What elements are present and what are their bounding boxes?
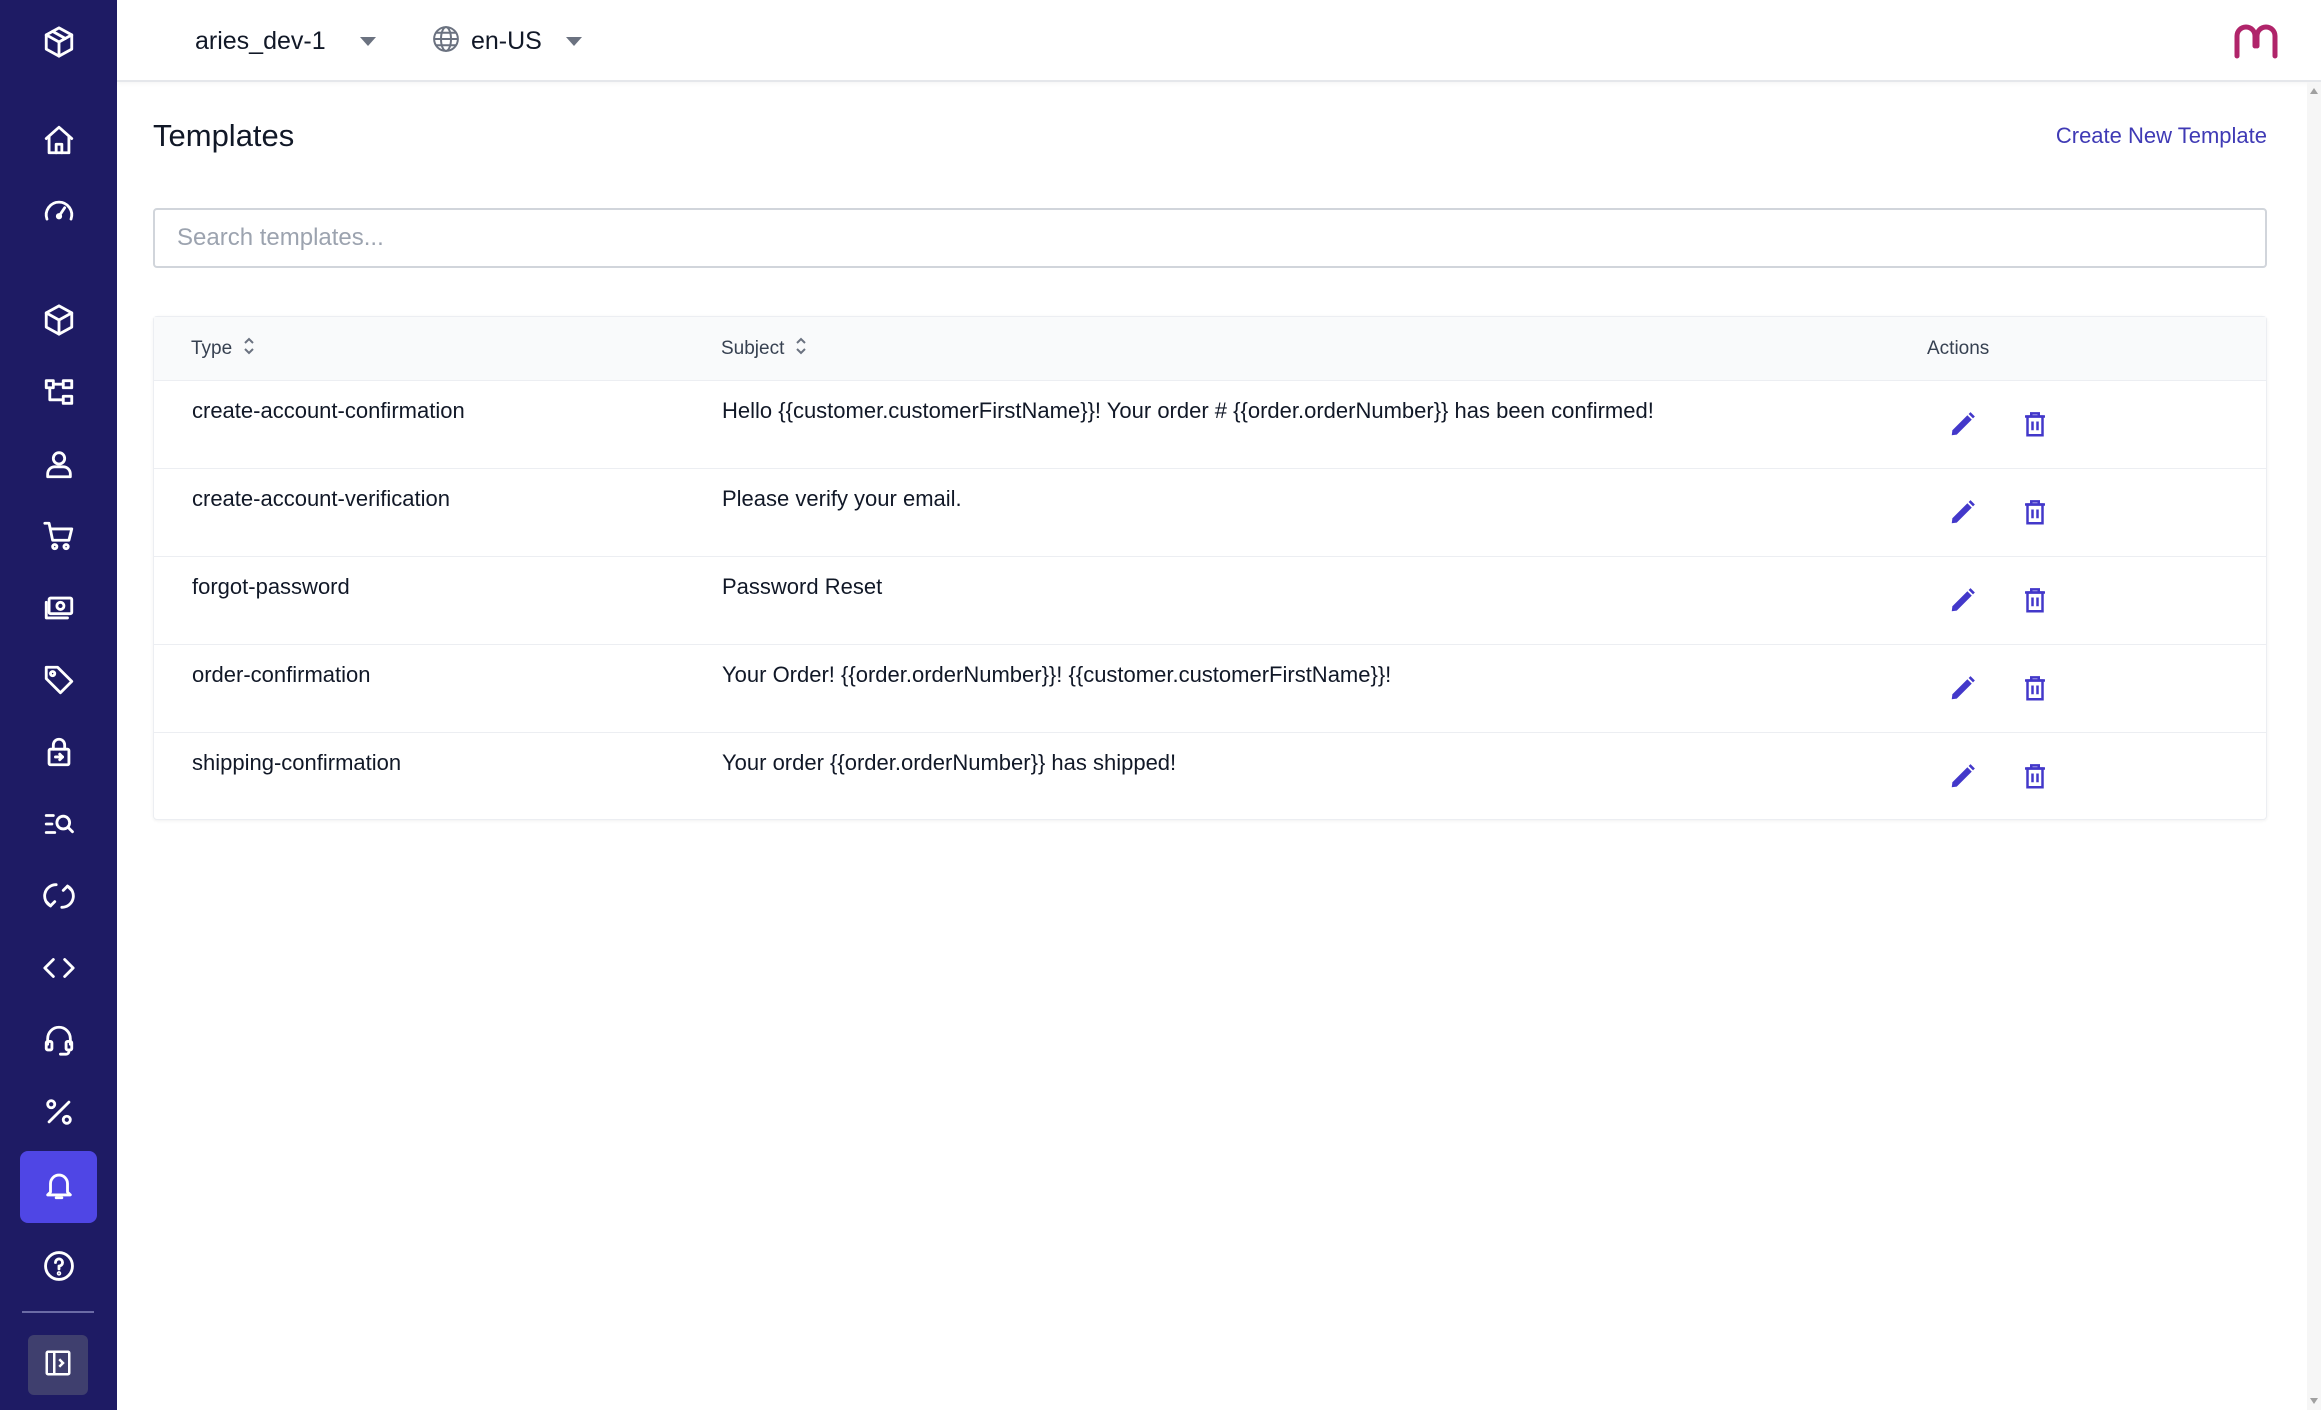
search-input[interactable] [153,208,2267,268]
hierarchy-icon [42,375,76,414]
sidebar-divider [22,1311,94,1313]
sidebar-item-payments[interactable] [20,580,97,640]
column-header-actions: Actions [1927,317,1989,381]
create-new-template-link[interactable]: Create New Template [2056,123,2267,149]
table-header: Type Subject Actions [154,317,2266,381]
table-row: create-account-verification Please verif… [154,469,2266,557]
column-subject-label: Subject [721,338,785,359]
headset-icon [42,1023,76,1062]
tag-icon [42,663,76,702]
template-type: shipping-confirmation [192,750,402,775]
template-type: order-confirmation [192,662,371,687]
table-row: order-confirmation Your Order! {{order.o… [154,645,2266,733]
template-type: create-account-verification [192,486,451,511]
lock-icon [42,735,76,774]
home-icon [42,123,76,162]
pencil-icon [1948,497,1978,532]
sidebar-item-home[interactable] [20,112,97,172]
sidebar-item-search[interactable] [20,796,97,856]
brand-logo-icon[interactable] [2231,20,2281,60]
column-header-subject[interactable]: Subject [721,317,808,381]
scroll-down-icon[interactable] [2310,1398,2318,1404]
locale-selector[interactable]: en-US [431,20,582,62]
trash-icon [2020,409,2050,444]
template-subject: Please verify your email. [722,486,962,511]
sidebar-item-support[interactable] [20,1012,97,1072]
templates-table: Type Subject Actions create-account-conf… [153,316,2267,820]
template-subject: Your order {{order.orderNumber}} has shi… [722,750,1177,775]
sidebar-item-notifications[interactable] [20,1151,97,1223]
chevron-down-icon [565,36,582,46]
sidebar-collapse-button[interactable] [28,1335,88,1395]
dashboard-gauge-icon [42,195,76,234]
trash-icon [2020,761,2050,796]
globe-icon [431,24,461,59]
money-icon [42,591,76,630]
org-selector[interactable]: aries_dev-1 [195,20,376,62]
sidebar-item-catalog[interactable] [20,364,97,424]
locale-value: en-US [471,26,542,55]
template-type: create-account-confirmation [192,398,465,423]
cart-icon [42,519,76,558]
delete-button[interactable] [2015,582,2055,622]
sidebar-item-help[interactable] [20,1238,97,1298]
template-subject: Your Order! {{order.orderNumber}}! {{cus… [722,662,1392,687]
table-row: forgot-password Password Reset [154,557,2266,645]
top-bar: aries_dev-1 en-US [117,0,2321,82]
sidebar-collapse-icon [43,1348,73,1383]
sidebar-item-developer[interactable] [20,940,97,1000]
column-actions-label: Actions [1927,338,1990,359]
search-list-icon [42,807,76,846]
vertical-scrollbar[interactable] [2307,82,2321,1410]
scroll-up-icon[interactable] [2310,88,2318,94]
sidebar [0,0,117,1410]
template-subject: Password Reset [722,574,883,599]
pencil-icon [1948,761,1978,796]
page-title: Templates [153,118,295,153]
sync-icon [42,879,76,918]
edit-button[interactable] [1943,494,1983,534]
trash-icon [2020,497,2050,532]
edit-button[interactable] [1943,406,1983,446]
sidebar-item-customers[interactable] [20,436,97,496]
cube-logo-icon[interactable] [20,12,97,72]
edit-button[interactable] [1943,582,1983,622]
table-row: create-account-confirmation Hello {{cust… [154,381,2266,469]
sidebar-item-orders[interactable] [20,508,97,568]
sidebar-item-products[interactable] [20,292,97,352]
delete-button[interactable] [2015,406,2055,446]
sidebar-item-dashboard[interactable] [20,184,97,244]
delete-button[interactable] [2015,670,2055,710]
column-header-type[interactable]: Type [191,317,256,381]
column-type-label: Type [191,338,233,359]
chevron-down-icon [359,36,376,46]
pencil-icon [1948,673,1978,708]
pencil-icon [1948,585,1978,620]
box-icon [42,303,76,342]
percent-icon [42,1095,76,1134]
sidebar-item-promotions[interactable] [20,652,97,712]
delete-button[interactable] [2015,758,2055,798]
org-name: aries_dev-1 [195,26,326,55]
sidebar-item-access[interactable] [20,724,97,784]
edit-button[interactable] [1943,758,1983,798]
trash-icon [2020,673,2050,708]
edit-button[interactable] [1943,670,1983,710]
delete-button[interactable] [2015,494,2055,534]
template-type: forgot-password [192,574,350,599]
sort-icon [794,335,808,363]
table-row: shipping-confirmation Your order {{order… [154,733,2266,821]
sidebar-item-taxes[interactable] [20,1084,97,1144]
template-subject: Hello {{customer.customerFirstName}}! Yo… [722,398,1654,423]
sort-icon [242,335,256,363]
help-icon [42,1249,76,1288]
user-icon [42,447,76,486]
sidebar-item-sync[interactable] [20,868,97,928]
code-icon [42,951,76,990]
pencil-icon [1948,409,1978,444]
trash-icon [2020,585,2050,620]
bell-icon [42,1168,76,1207]
